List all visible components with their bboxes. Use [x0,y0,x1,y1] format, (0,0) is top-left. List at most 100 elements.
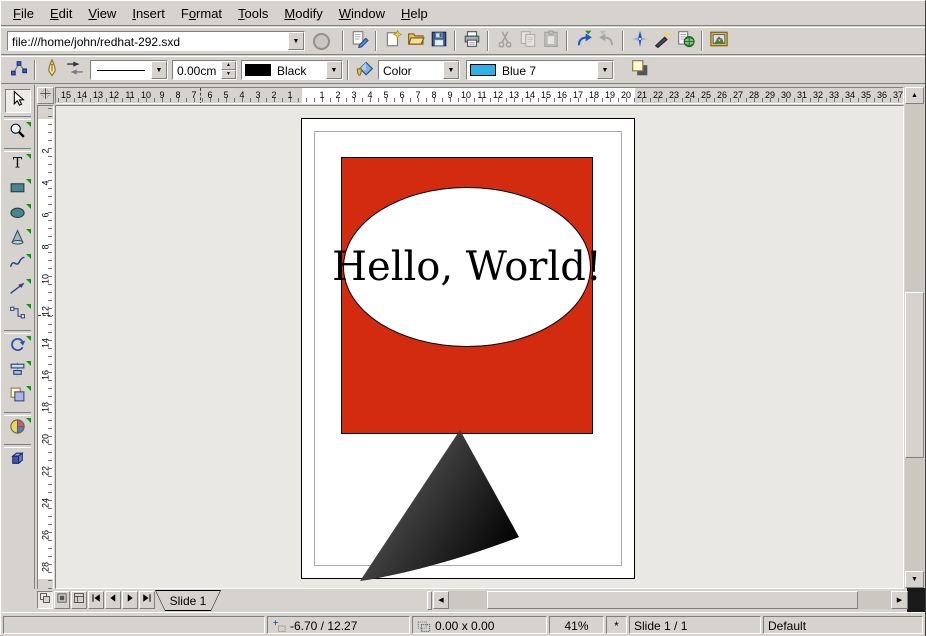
line-width-up-icon[interactable]: ▲ [221,61,236,70]
line-style-dropdown-icon[interactable]: ▼ [151,61,167,79]
application-window: { "menu_bar": { "items": [ {"label":"Fil… [0,0,926,636]
line-tool-icon [9,279,26,301]
vruler-number: 10 [38,272,54,287]
toolbar-separator [347,60,349,80]
slide-view-button[interactable] [37,591,53,609]
effects-tool-button[interactable] [5,417,31,441]
vruler-number: 12 [38,304,54,319]
status-page-style-field: Default [763,616,923,634]
drawing-page: Hello, World! [301,118,635,579]
nav-next-button[interactable] [122,591,138,609]
text-tool-button[interactable]: T [5,153,31,177]
nav-prev-button[interactable] [105,591,121,609]
open-button[interactable] [404,30,427,53]
shadow-button[interactable] [628,59,651,82]
ellipse-tool-button[interactable] [5,203,31,227]
edit-points-icon [10,59,28,82]
white-ellipse-shape[interactable]: Hello, World! [343,187,591,347]
menu-modify[interactable]: Modify [276,2,330,24]
nav-last-button[interactable] [139,591,155,609]
size-icon [417,619,435,634]
fill-color-select[interactable]: Blue 7 ▼ [466,60,614,80]
url-input[interactable]: file:///home/john/redhat-292.sxd [8,32,288,50]
menu-format[interactable]: Format [173,2,230,24]
submenu-arrow-icon [26,336,31,341]
line-color-dropdown-icon[interactable]: ▼ [326,61,342,79]
menu-view[interactable]: View [80,2,124,24]
line-width-stepper[interactable]: 0.00cm ▲ ▼ [172,60,237,80]
vertical-ruler[interactable]: 24681012141618202224262830 [37,105,54,591]
status-zoom-field[interactable]: 41% [549,616,604,634]
menu-help[interactable]: Help [393,2,436,24]
master-view-button[interactable] [54,591,70,609]
line-color-select[interactable]: Black ▼ [241,60,343,80]
gallery-button[interactable] [707,30,730,53]
curve-tool-icon [9,254,26,276]
horizontal-ruler[interactable]: 1615141312111098765432112345678910111213… [55,87,904,104]
line-style-select[interactable]: ▼ [90,60,168,80]
scroll-left-button[interactable]: ◀ [433,591,449,609]
objects3d-tool-button[interactable] [5,228,31,252]
hyperlink-button[interactable] [674,30,697,53]
fill-type-dropdown-icon[interactable]: ▼ [443,61,459,79]
nav-first-button[interactable] [88,591,104,609]
area-dialog-icon [356,59,374,82]
slide-tab[interactable]: Slide 1 [155,590,221,611]
url-dropdown-arrow-icon[interactable]: ▼ [288,32,304,50]
fill-color-value: Blue 7 [498,61,597,79]
menu-insert[interactable]: Insert [124,2,173,24]
fill-type-select[interactable]: Color ▼ [378,60,460,80]
hello-world-text[interactable]: Hello, World! [332,244,602,290]
load-url-combobox[interactable]: file:///home/john/redhat-292.sxd ▼ [7,31,305,51]
undo-button[interactable] [572,30,595,53]
area-dialog-button[interactable] [353,59,376,82]
toolbar-separator [487,31,489,51]
scroll-up-button[interactable]: ▲ [905,87,924,104]
curve-tool-button[interactable] [5,253,31,277]
menu-tools[interactable]: Tools [230,2,276,24]
layer-view-button[interactable] [71,591,87,609]
new-document-button[interactable] [381,30,404,53]
rotate-tool-button[interactable] [5,335,31,359]
print-button[interactable] [460,30,483,53]
alignment-tool-button[interactable] [5,360,31,384]
navigator-button[interactable] [628,30,651,53]
slide-tab-label[interactable]: Slide 1 [156,591,220,610]
menu-window[interactable]: Window [331,2,393,24]
scroll-right-button[interactable]: ▶ [891,591,908,609]
submenu-arrow-icon [26,204,31,209]
edit-file-button[interactable] [348,30,371,53]
arrange-tool-button[interactable] [5,385,31,409]
line-dialog-button[interactable] [40,59,63,82]
canvas-viewport: Hello, World! [55,105,904,589]
line-style-preview [97,70,145,71]
edit-points-button[interactable] [7,59,30,82]
vertical-scrollbar-thumb[interactable] [905,292,924,458]
scroll-down-button[interactable]: ▼ [905,571,924,588]
menu-edit[interactable]: Edit [42,2,80,24]
autopilot-button[interactable] [651,30,674,53]
select-button[interactable] [5,89,31,113]
zoom-tool-button[interactable] [5,121,31,145]
cone-3d-shape[interactable] [352,427,527,589]
rectangle-tool-button[interactable] [5,178,31,202]
effects-tool-icon [9,418,26,440]
ruler-origin-box[interactable] [37,87,54,104]
save-button[interactable] [427,30,450,53]
modified-indicator: * [614,619,619,633]
connector-tool-button[interactable] [5,303,31,327]
line-width-down-icon[interactable]: ▼ [221,70,236,79]
drawing-toolbox: T [1,85,35,589]
arrow-style-button[interactable] [63,59,86,82]
controller3d-tool-button[interactable] [5,449,31,473]
hruler-number: 1 [280,90,300,100]
text-tool-icon: T [9,154,26,176]
line-tool-button[interactable] [5,278,31,302]
tab-scrollbar-splitter[interactable] [427,591,432,610]
cursor-position-value: -6.70 / 12.27 [290,619,357,633]
slide-number-value: Slide 1 / 1 [634,619,687,633]
menu-file[interactable]: File [5,2,42,24]
horizontal-scrollbar-thumb[interactable] [487,591,858,609]
line-width-value[interactable]: 0.00cm [173,61,221,79]
fill-color-dropdown-icon[interactable]: ▼ [597,61,613,79]
